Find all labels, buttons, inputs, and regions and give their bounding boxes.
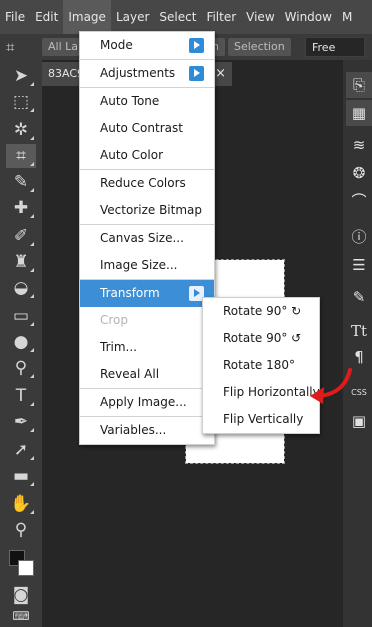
marquee-tool-icon[interactable]: ⬚: [6, 90, 36, 114]
menu-item-canvas-size[interactable]: Canvas Size...: [80, 225, 214, 252]
magic-wand-icon[interactable]: ✲: [6, 118, 36, 142]
selection-button[interactable]: Selection: [228, 38, 291, 56]
menu-item-adjustments[interactable]: Adjustments: [80, 60, 214, 87]
image-menu: Mode Adjustments Auto Tone Auto Contrast…: [79, 31, 215, 445]
background-color-swatch[interactable]: [18, 560, 34, 576]
menu-item-apply-image[interactable]: Apply Image...: [80, 389, 214, 416]
menu-item-label: Adjustments: [100, 66, 176, 80]
eyedropper-icon[interactable]: ✎: [6, 170, 36, 194]
menu-item-rotate-90-ccw[interactable]: Rotate 90° ↺: [203, 325, 319, 352]
menu-item-transform[interactable]: Transform: [80, 280, 214, 307]
brushes-icon[interactable]: ✎: [346, 284, 372, 310]
blur-icon[interactable]: ●: [6, 330, 36, 354]
menu-item-image-size[interactable]: Image Size...: [80, 252, 214, 279]
move-tool-icon[interactable]: ➤: [6, 64, 36, 88]
eraser-icon[interactable]: ◒: [6, 276, 36, 300]
menu-item-label: Transform: [100, 286, 160, 300]
menu-item-mode[interactable]: Mode: [80, 32, 214, 59]
info-icon[interactable]: ⓘ: [346, 224, 372, 250]
crop-icon[interactable]: ⌗: [6, 144, 36, 168]
menu-item-crop: Crop: [100, 313, 129, 327]
healing-brush-icon[interactable]: ✚: [6, 196, 36, 220]
image-icon[interactable]: ▣: [346, 408, 372, 434]
pen-tool-icon[interactable]: ✒: [6, 410, 36, 434]
keyboard-icon[interactable]: ⌨: [6, 604, 36, 627]
photopea-app: File Edit Image Layer Select Filter View…: [0, 0, 372, 627]
menu-item-vectorize-bitmap[interactable]: Vectorize Bitmap: [80, 197, 214, 224]
layers-icon[interactable]: ≋: [346, 132, 372, 158]
menu-filter[interactable]: Filter: [201, 0, 241, 34]
dodge-icon[interactable]: ⚲: [6, 356, 36, 380]
brush-icon[interactable]: ✐: [6, 224, 36, 248]
submenu-arrow-icon: [189, 38, 204, 53]
menu-item-variables[interactable]: Variables...: [80, 417, 214, 444]
menubar: File Edit Image Layer Select Filter View…: [0, 0, 372, 34]
menu-view[interactable]: View: [241, 0, 279, 34]
clone-stamp-icon[interactable]: ♜: [6, 250, 36, 274]
hand-tool-icon[interactable]: ✋: [6, 492, 36, 516]
menu-more[interactable]: M: [337, 0, 357, 34]
aspect-ratio-select[interactable]: Free: [305, 37, 365, 57]
type-tool-icon[interactable]: T: [6, 384, 36, 408]
menu-item-label: Mode: [100, 38, 133, 52]
menu-image[interactable]: Image: [63, 0, 111, 34]
history-icon[interactable]: ⎘: [346, 72, 372, 98]
properties-icon[interactable]: ☰: [346, 252, 372, 278]
menu-file[interactable]: File: [0, 0, 30, 34]
left-toolbar: ➤ ⬚ ✲ ⌗ ✎ ✚ ✐ ♜ ◒ ▭ ● ⚲ T ✒ ➚ ▬ ✋ ⚲ ◙ ⌨: [0, 60, 42, 627]
menu-item-auto-color[interactable]: Auto Color: [80, 142, 214, 169]
annotation-arrow-icon: [310, 368, 352, 404]
menu-item-flip-vertically[interactable]: Flip Vertically: [203, 406, 319, 433]
menu-item-trim[interactable]: Trim...: [80, 334, 214, 361]
submenu-arrow-icon: [189, 66, 204, 81]
all-layers-toggle[interactable]: All La: [42, 38, 85, 56]
menu-layer[interactable]: Layer: [111, 0, 154, 34]
menu-item-auto-contrast[interactable]: Auto Contrast: [80, 115, 214, 142]
close-tab-icon[interactable]: ×: [215, 66, 226, 81]
menu-edit[interactable]: Edit: [30, 0, 63, 34]
menu-window[interactable]: Window: [280, 0, 337, 34]
zoom-icon[interactable]: ⚲: [6, 518, 36, 542]
swatches-icon[interactable]: ▦: [346, 100, 372, 126]
shape-tool-icon[interactable]: ▬: [6, 464, 36, 488]
menu-item-rotate-90-cw[interactable]: Rotate 90° ↻: [203, 298, 319, 325]
right-panel-strip: ⎘ ▦ ≋ ❂ ⌒ ⓘ ☰ ✎ Tt ¶ CSS ▣: [343, 60, 372, 627]
crop-icon[interactable]: ⌗: [6, 38, 14, 56]
paths-icon[interactable]: ⌒: [346, 188, 372, 214]
menu-select[interactable]: Select: [154, 0, 201, 34]
menu-item-auto-tone[interactable]: Auto Tone: [80, 88, 214, 115]
path-select-icon[interactable]: ➚: [6, 438, 36, 462]
menu-item-reduce-colors[interactable]: Reduce Colors: [80, 170, 214, 197]
menu-item-reveal-all[interactable]: Reveal All: [80, 361, 214, 388]
channels-icon[interactable]: ❂: [346, 160, 372, 186]
gradient-icon[interactable]: ▭: [6, 304, 36, 328]
character-icon[interactable]: Tt: [346, 318, 372, 344]
